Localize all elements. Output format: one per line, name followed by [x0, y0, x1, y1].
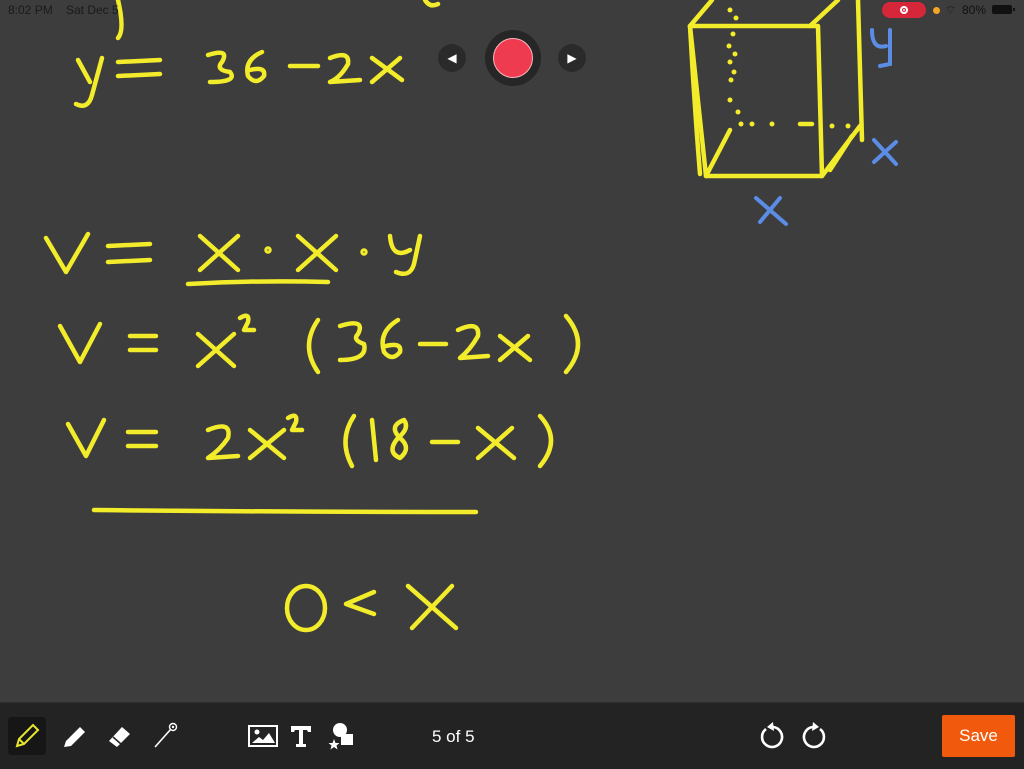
ink-line-inequality	[284, 583, 459, 633]
record-button[interactable]	[485, 30, 541, 86]
insert-text-button[interactable]	[282, 717, 320, 755]
screen-recording-indicator[interactable]	[882, 2, 926, 18]
status-date: Sat Dec 5	[66, 3, 119, 17]
ink-line-v-x-squared	[57, 313, 581, 375]
battery-percentage: 80%	[962, 3, 987, 17]
label-y	[870, 28, 892, 68]
pencil-tool-button[interactable]	[8, 717, 46, 755]
laser-pointer-icon	[154, 722, 178, 748]
undo-icon	[760, 722, 784, 749]
page-indicator: 5 of 5	[432, 727, 475, 746]
redo-icon	[802, 722, 826, 749]
eraser-tool-button[interactable]	[100, 717, 138, 755]
label-x-width	[754, 196, 788, 226]
record-icon	[900, 6, 908, 14]
record-icon	[493, 38, 533, 78]
previous-page-button[interactable]: ◀	[438, 44, 466, 72]
insert-image-button[interactable]	[244, 717, 282, 755]
undo-button[interactable]	[752, 717, 790, 755]
ink-line-v-x-x-y	[43, 231, 423, 287]
ink-line-y-equals	[73, 49, 405, 108]
cube-diagram	[687, 0, 865, 179]
image-icon	[248, 725, 278, 747]
bottom-toolbar: 5 of 5 Save	[0, 702, 1024, 769]
ink-stroke-partial-top-2	[422, 0, 441, 8]
whiteboard-canvas[interactable]	[0, 0, 1024, 700]
status-time: 8:02 PM	[8, 3, 53, 17]
eraser-icon	[109, 727, 130, 747]
ink-line-v-2x-squared	[65, 413, 554, 515]
laser-pointer-tool-button[interactable]	[146, 717, 184, 755]
redo-button[interactable]	[796, 717, 834, 755]
pencil-icon	[15, 723, 40, 748]
battery-icon	[992, 5, 1015, 14]
label-x-depth	[872, 138, 898, 166]
next-page-button[interactable]: ▶	[558, 44, 586, 72]
wifi-icon: ⌔	[945, 3, 957, 17]
shapes-icon	[328, 723, 353, 750]
text-icon	[291, 726, 311, 747]
marker-tool-button[interactable]	[54, 717, 92, 755]
save-button[interactable]: Save	[942, 715, 1015, 757]
microphone-in-use-indicator	[933, 7, 940, 14]
insert-shapes-button[interactable]	[323, 717, 361, 755]
marker-icon	[64, 727, 85, 747]
